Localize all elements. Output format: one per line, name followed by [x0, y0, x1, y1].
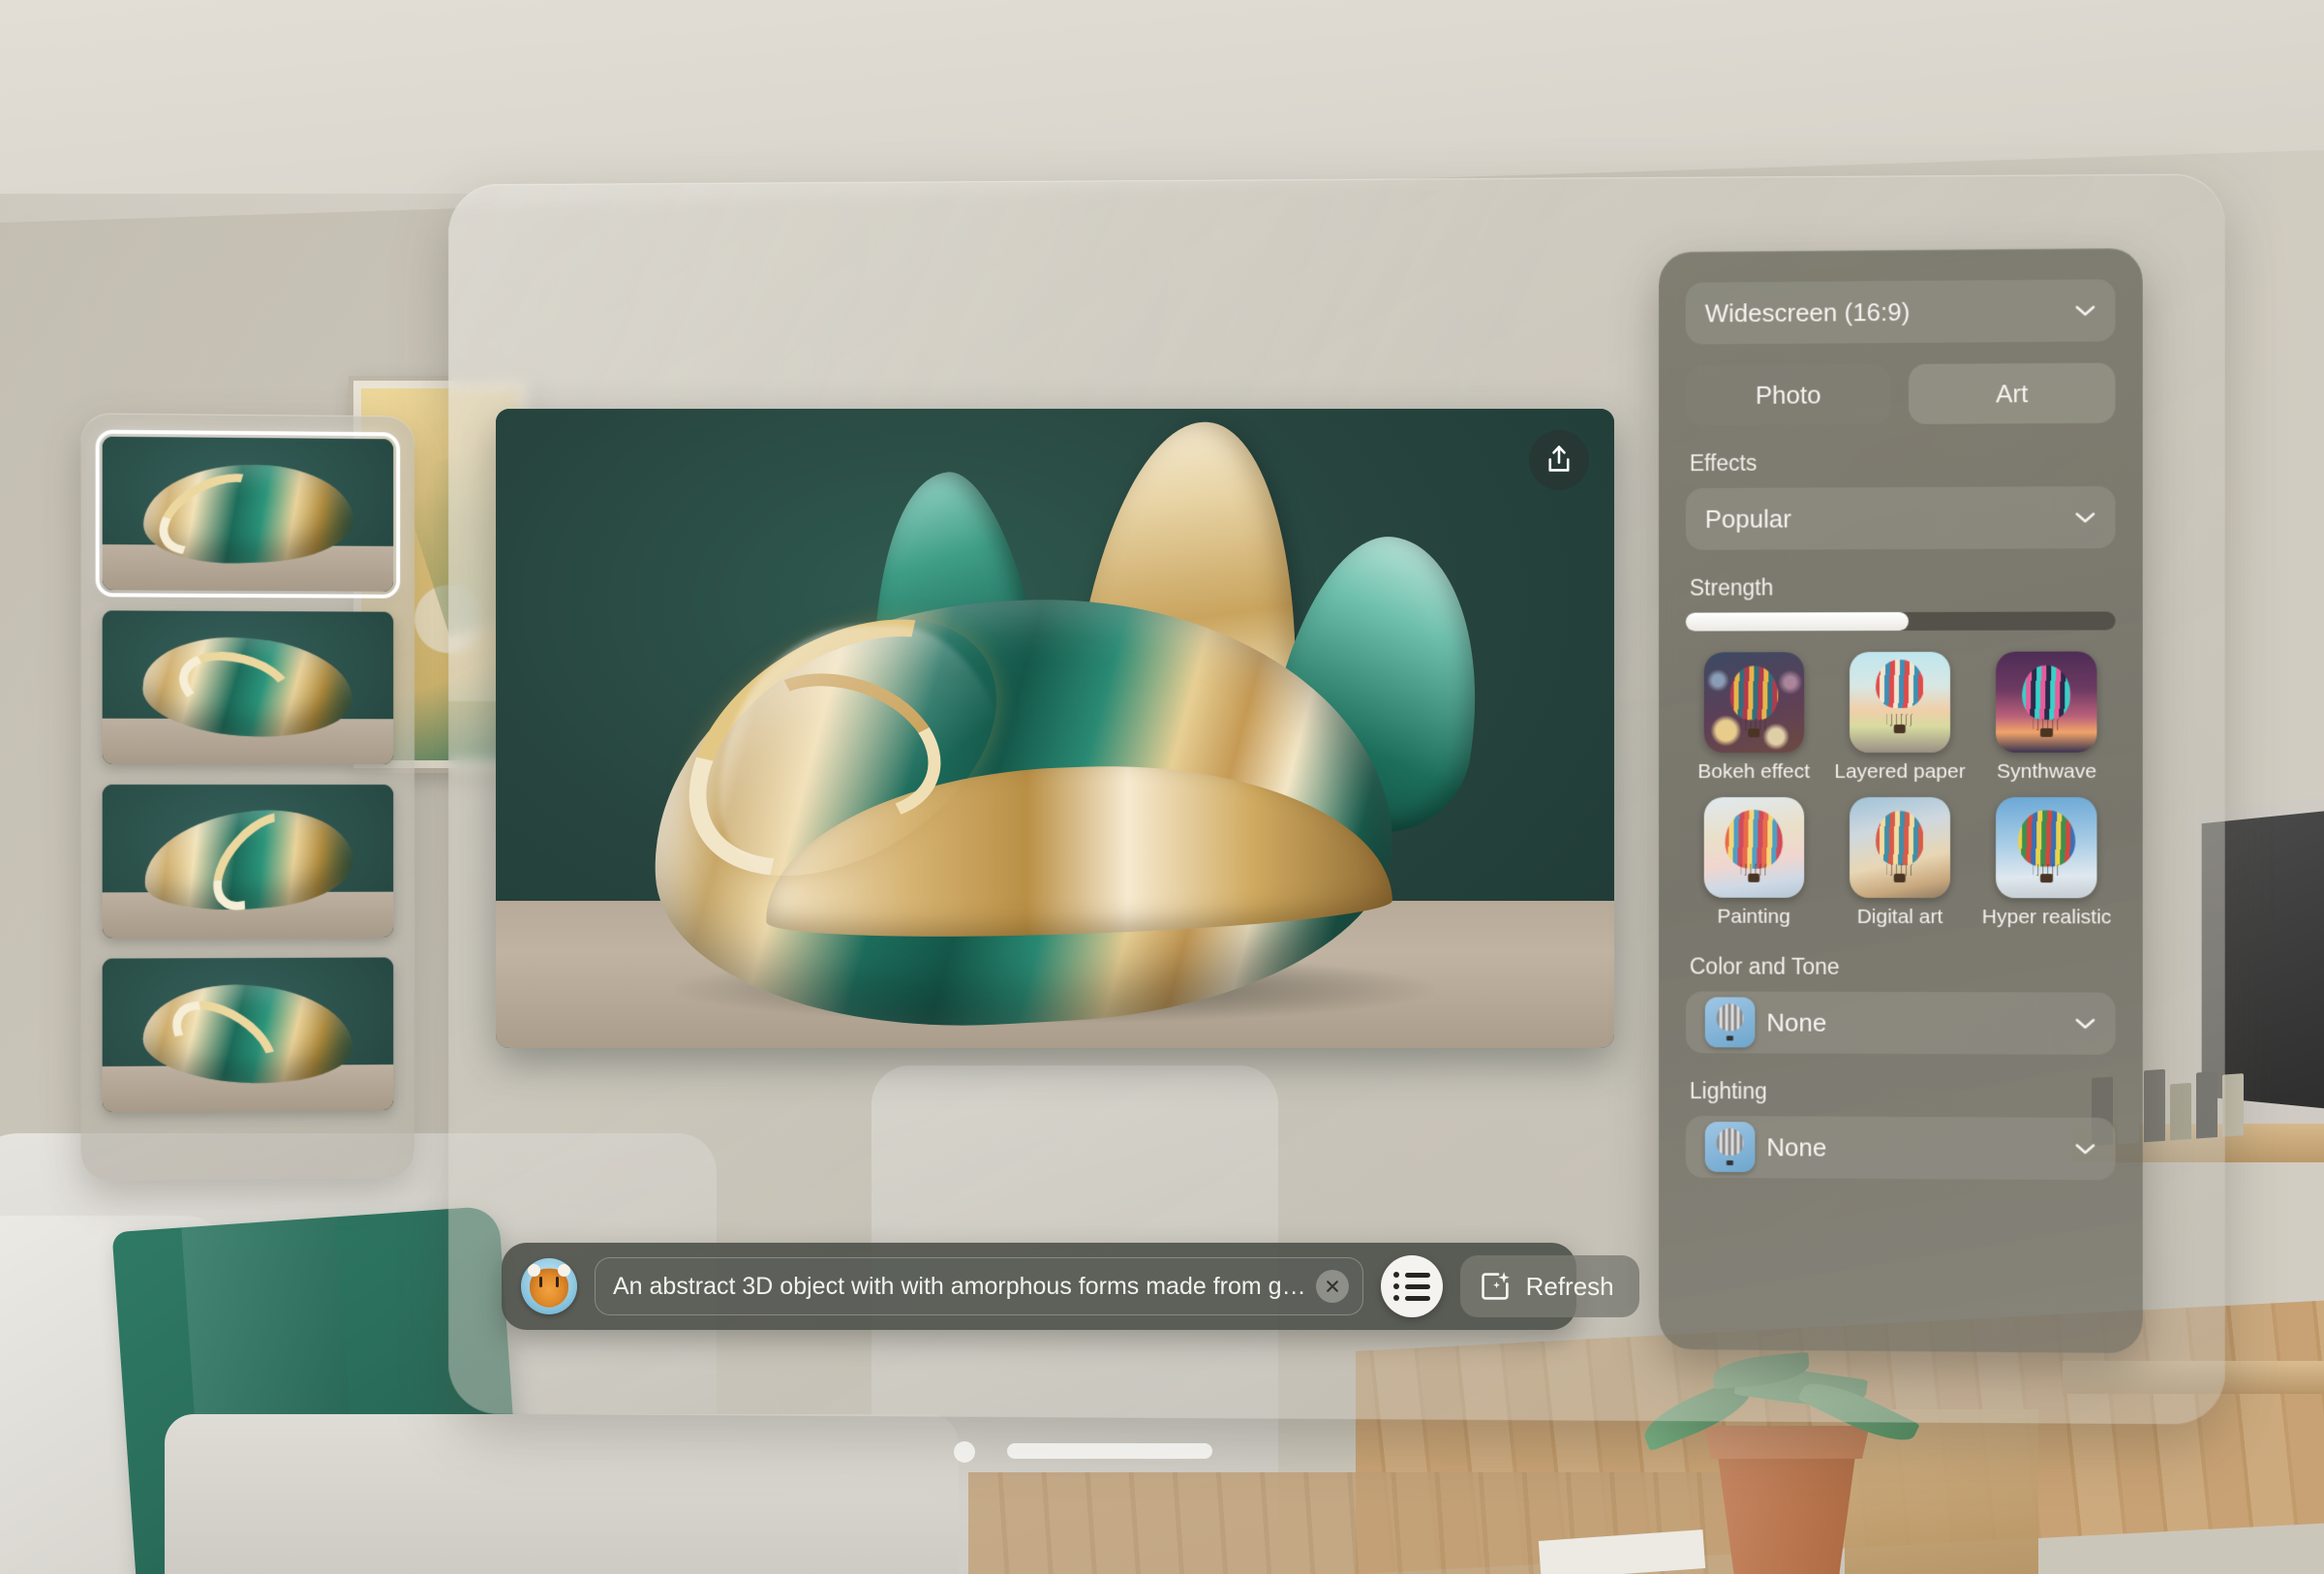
balloon-basket: [2040, 727, 2053, 738]
prompt-input[interactable]: An abstract 3D object with with amorphou…: [595, 1257, 1363, 1315]
share-button[interactable]: [1529, 430, 1589, 490]
balloon-shape: [2018, 810, 2075, 868]
close-icon: [1326, 1281, 1338, 1292]
list-line: [1404, 1295, 1430, 1301]
refresh-button[interactable]: Refresh: [1459, 1255, 1639, 1317]
balloon-basket: [1747, 873, 1760, 883]
clear-prompt-button[interactable]: [1315, 1270, 1349, 1303]
generated-image-preview[interactable]: [496, 409, 1614, 1048]
content-type-toggle: Photo Art: [1685, 362, 2116, 426]
effect-option[interactable]: Painting: [1686, 797, 1822, 929]
effect-option[interactable]: Digital art: [1831, 796, 1968, 929]
balloon-basket: [1893, 724, 1907, 734]
refresh-label: Refresh: [1525, 1271, 1614, 1301]
color-and-tone-thumbnail: [1704, 997, 1756, 1048]
settings-panel: Widescreen (16:9) Photo Art Effects Popu…: [1659, 247, 2143, 1354]
lighting-dropdown[interactable]: None: [1685, 1115, 2116, 1181]
effect-option[interactable]: Bokeh effect: [1686, 652, 1822, 784]
tiger-ear-right: [558, 1264, 570, 1277]
effects-category-dropdown[interactable]: Popular: [1685, 485, 2116, 550]
content-type-photo-button[interactable]: Photo: [1685, 364, 1892, 426]
balloon-basket: [1893, 874, 1907, 883]
window-resize-handle[interactable]: [1007, 1443, 1212, 1459]
effect-thumbnail-layered-paper: [1850, 651, 1950, 754]
balloon-shape: [1729, 665, 1778, 721]
tiger-stripe: [556, 1277, 559, 1287]
balloon-shape: [1725, 810, 1784, 869]
prompt-bar: An abstract 3D object with with amorphou…: [502, 1243, 1639, 1330]
effect-label: Synthwave: [1997, 759, 2097, 783]
color-and-tone-value: None: [1766, 1007, 1827, 1037]
content-type-art-button[interactable]: Art: [1908, 362, 2116, 424]
balloon-shape: [1876, 811, 1924, 866]
aspect-ratio-value: Widescreen (16:9): [1704, 296, 1911, 327]
lighting-thumbnail: [1704, 1122, 1756, 1173]
effect-thumbnail-painting: [1703, 797, 1804, 898]
sofa-seat: [165, 1414, 959, 1574]
effect-label: Digital art: [1856, 905, 1943, 929]
prompt-text: An abstract 3D object with with amorphou…: [613, 1272, 1306, 1300]
list-icon: [1392, 1272, 1430, 1278]
effects-category-value: Popular: [1704, 504, 1791, 534]
effect-label: Hyper realistic: [1981, 906, 2112, 929]
balloon-basket: [1726, 1034, 1734, 1041]
effect-option[interactable]: Synthwave: [1978, 651, 2116, 784]
list-bullet: [1392, 1283, 1399, 1289]
window-close-dot[interactable]: [954, 1441, 975, 1463]
balloon-basket: [2040, 874, 2053, 883]
share-icon: [1548, 446, 1570, 472]
effect-thumbnail-bokeh: [1703, 652, 1804, 754]
balloon-shape: [1716, 1003, 1744, 1031]
tiger-stripe: [539, 1277, 542, 1287]
variations-rail: [80, 413, 415, 1182]
strength-slider-fill: [1685, 611, 1909, 632]
variation-thumbnail[interactable]: [102, 610, 394, 765]
list-bullet: [1392, 1295, 1399, 1301]
list-line: [1404, 1272, 1430, 1278]
color-and-tone-label: Color and Tone: [1689, 953, 1840, 979]
variation-thumbnail[interactable]: [102, 957, 394, 1113]
strength-label: Strength: [1689, 574, 1774, 601]
balloon-basket: [1747, 728, 1760, 738]
effect-thumbnail-synthwave: [1996, 651, 2097, 753]
variation-thumbnail[interactable]: [95, 429, 401, 599]
tiger-avatar[interactable]: [521, 1258, 577, 1314]
effect-label: Layered paper: [1834, 759, 1966, 784]
tiger-ear-left: [528, 1264, 540, 1277]
list-bullet: [1392, 1272, 1399, 1278]
list-icon-row: [1392, 1283, 1430, 1289]
list-icon-row: [1392, 1295, 1430, 1301]
chevron-down-icon: [2074, 304, 2095, 316]
effect-option[interactable]: Hyper realistic: [1978, 796, 2116, 929]
effect-label: Bokeh effect: [1697, 760, 1811, 784]
balloon-shape: [1876, 659, 1924, 708]
color-and-tone-dropdown[interactable]: None: [1685, 991, 2116, 1055]
lighting-label: Lighting: [1689, 1078, 1767, 1104]
balloon-shape: [1716, 1127, 1744, 1156]
prompt-history-button[interactable]: [1380, 1255, 1443, 1317]
strength-slider[interactable]: [1685, 611, 2116, 632]
effect-option[interactable]: Layered paper: [1831, 651, 1968, 784]
effect-thumbnail-hyper-realistic: [1996, 796, 2097, 899]
chevron-down-icon: [2074, 1143, 2095, 1155]
effect-label: Painting: [1717, 905, 1790, 928]
list-line: [1404, 1283, 1430, 1289]
aspect-ratio-dropdown[interactable]: Widescreen (16:9): [1685, 279, 2116, 345]
book: [2222, 1073, 2244, 1137]
wood-floor-secondary: [968, 1472, 1840, 1574]
lighting-value: None: [1766, 1131, 1827, 1162]
effect-thumbnail-digital-art: [1850, 796, 1950, 899]
chevron-down-icon: [2074, 1018, 2095, 1030]
plant-pot-rim: [1703, 1426, 1870, 1459]
balloon-shape: [2022, 664, 2071, 721]
variation-thumbnail[interactable]: [102, 784, 394, 939]
effects-section-label: Effects: [1689, 449, 1758, 477]
effects-grid: Bokeh effect Layered paper Synthwave Pai…: [1686, 651, 2116, 930]
chevron-down-icon: [2074, 511, 2095, 523]
sparkle-refresh-icon: [1481, 1272, 1510, 1300]
balloon-basket: [1726, 1159, 1734, 1165]
